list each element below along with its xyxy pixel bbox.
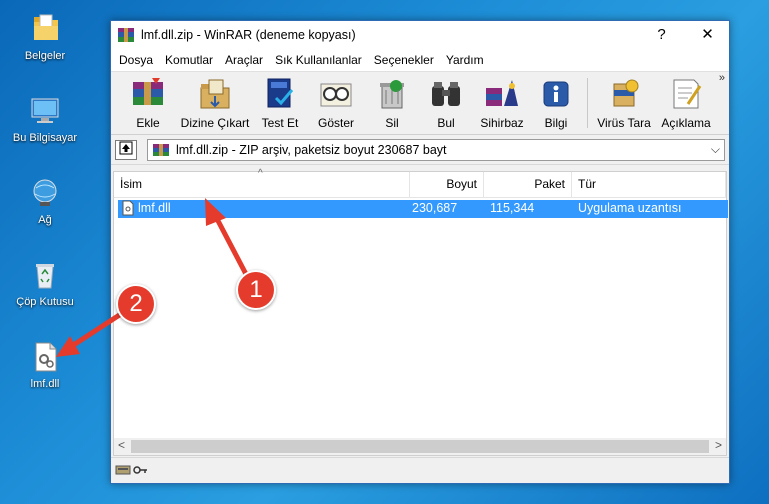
arrow-2 — [56, 309, 126, 357]
arrow-1 — [205, 198, 251, 280]
callout-badge-1: 1 — [236, 270, 276, 310]
callout-badge-2: 2 — [116, 284, 156, 324]
annotation-arrows — [56, 198, 251, 357]
